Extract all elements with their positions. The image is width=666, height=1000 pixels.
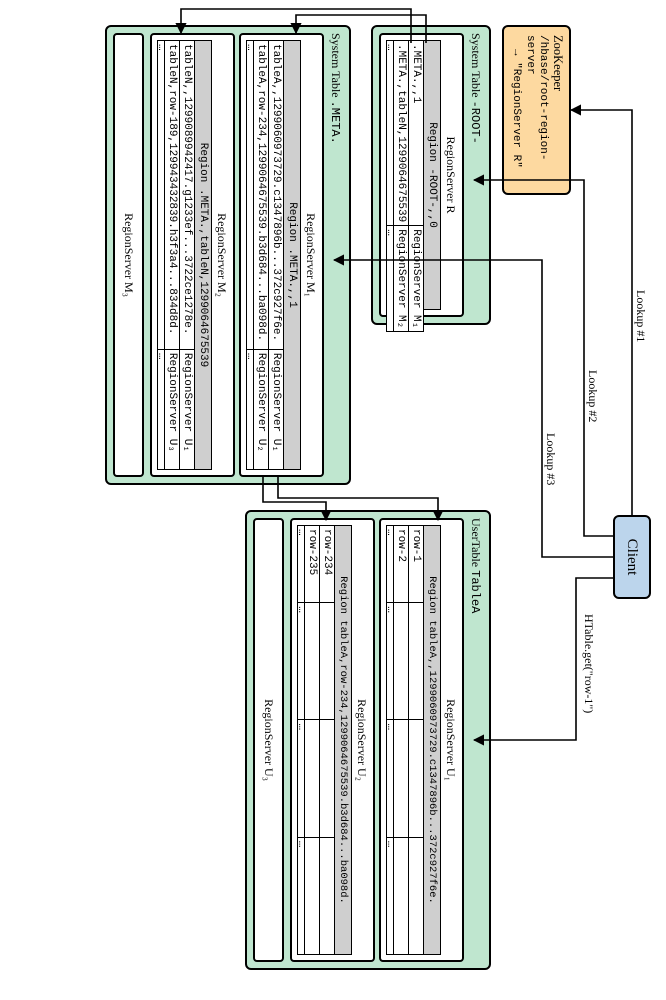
cell: .META.,tableN,1299064675539 xyxy=(394,41,409,226)
user-title: UserTable TableA xyxy=(469,518,483,613)
client-label: Client xyxy=(624,539,640,576)
cell: tableN,,1299089942417.g1233ef...3722ce12… xyxy=(180,41,195,350)
zookeeper-title: ZooKeeper xyxy=(549,35,565,185)
cell: row-234 xyxy=(320,526,335,603)
label-get: HTable.get("row-1") xyxy=(581,614,596,713)
user-rs1-rows: row-1 row-2 ………… xyxy=(386,525,424,955)
meta-rs1: RegionServer M₁ Region .META.,,1 tableA,… xyxy=(239,33,324,477)
root-region: Region -ROOT-,,0 xyxy=(424,40,441,310)
label-lookup3: Lookup #3 xyxy=(543,433,558,485)
cell: tableN,row-189,129943432839.h3f3a4...834… xyxy=(165,41,180,350)
meta-table: System Table .META. RegionServer M₁ Regi… xyxy=(105,25,351,485)
cell: .META.,,1 xyxy=(409,41,424,226)
root-rs-name: RegionServer R xyxy=(443,40,458,310)
cell: row-235 xyxy=(305,526,320,603)
meta-rs2-name: RegionServer M₂ xyxy=(214,40,229,470)
cell xyxy=(409,603,424,720)
zookeeper-resolves: → "RegionServer R" xyxy=(508,35,522,185)
cell: RegionServer U₁ xyxy=(269,349,284,469)
cell: tableA,row-234,1299064675539.b3d684...ba… xyxy=(254,41,269,350)
diagram-stage: ZooKeeper /hbase/root-region-server → "R… xyxy=(0,0,666,1000)
cell xyxy=(320,603,335,720)
cell xyxy=(320,720,335,837)
user-table: UserTable TableA RegionServer U₁ Region … xyxy=(245,510,491,970)
label-lookup2: Lookup #2 xyxy=(585,370,600,422)
meta-rs2-rows: tableN,,1299089942417.g1233ef...3722ce12… xyxy=(157,40,195,470)
cell: row-1 xyxy=(409,526,424,603)
meta-rs1-region: Region .META.,,1 xyxy=(284,40,301,470)
root-title: System Table -ROOT- xyxy=(469,33,483,144)
meta-rs1-rows: tableA,,1299060973729.c1347896b...372c92… xyxy=(246,40,284,470)
user-rs1-region: Region tableA,,1299060973729.c1347896b..… xyxy=(424,525,441,955)
user-rs1-name: RegionServer U₁ xyxy=(443,525,458,955)
zookeeper-path: /hbase/root-region-server xyxy=(522,35,550,185)
cell xyxy=(320,837,335,954)
cell: tableA,,1299060973729.c1347896b...372c92… xyxy=(269,41,284,350)
meta-rs1-name: RegionServer M₁ xyxy=(303,40,318,470)
user-rs2: RegionServer U₂ Region tableA,row-234,12… xyxy=(290,518,375,962)
cell: row-2 xyxy=(394,526,409,603)
root-table: System Table -ROOT- RegionServer R Regio… xyxy=(371,25,491,325)
zookeeper-box: ZooKeeper /hbase/root-region-server → "R… xyxy=(502,25,571,195)
user-rs2-rows: row-234 row-235 ………… xyxy=(297,525,335,955)
cell: RegionServer U₃ xyxy=(165,349,180,469)
cell: RegionServer M₁ xyxy=(409,226,424,332)
client-box: Client xyxy=(613,515,651,599)
root-regionserver: RegionServer R Region -ROOT-,,0 .META.,,… xyxy=(379,33,464,317)
meta-rs3: RegionServer M₃ xyxy=(113,33,144,477)
cell: RegionServer U₁ xyxy=(180,349,195,469)
cell: RegionServer U₂ xyxy=(254,349,269,469)
meta-rs2: RegionServer M₂ Region .META.,tableN,129… xyxy=(150,33,235,477)
cell: RegionServer M₂ xyxy=(394,226,409,332)
meta-rs2-region: Region .META.,tableN,1299064675539 xyxy=(195,40,212,470)
cell xyxy=(409,720,424,837)
label-lookup1: Lookup #1 xyxy=(633,290,648,342)
root-rows: .META.,,1RegionServer M₁ .META.,tableN,1… xyxy=(386,40,424,332)
cell xyxy=(409,837,424,954)
user-rs3: RegionServer U₃ xyxy=(253,518,284,962)
user-rs1: RegionServer U₁ Region tableA,,129906097… xyxy=(379,518,464,962)
user-rs2-region: Region tableA,row-234,1299064675539.b3d6… xyxy=(335,525,352,955)
user-rs2-name: RegionServer U₂ xyxy=(354,525,369,955)
meta-title: System Table .META. xyxy=(329,33,343,144)
